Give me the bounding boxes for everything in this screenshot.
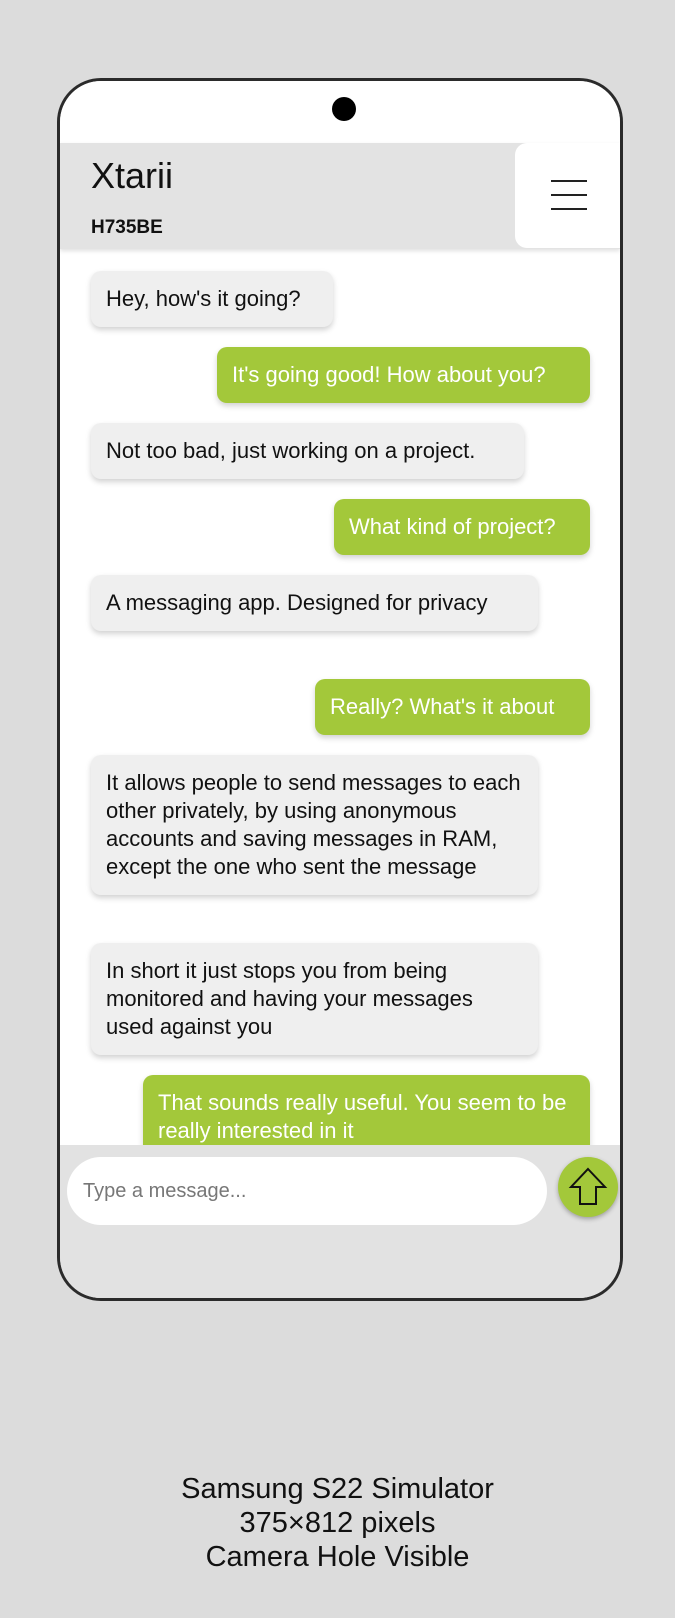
phone-frame: Xtarii H735BE Hey, how's it going? It's … bbox=[57, 78, 623, 1301]
camera-hole bbox=[332, 97, 356, 121]
caption-camera-note: Camera Hole Visible bbox=[205, 1541, 470, 1573]
up-arrow-icon bbox=[568, 1167, 608, 1205]
chat-header: Xtarii H735BE bbox=[60, 143, 620, 249]
caption-device-name: Samsung S22 Simulator bbox=[181, 1473, 494, 1505]
status-area bbox=[60, 81, 620, 143]
message-input[interactable] bbox=[67, 1157, 547, 1225]
caption-resolution: 375×812 pixels bbox=[239, 1507, 436, 1539]
user-code: H735BE bbox=[91, 217, 163, 238]
message-outgoing: That sounds really useful. You seem to b… bbox=[143, 1075, 590, 1145]
message-incoming: Not too bad, just working on a project. bbox=[91, 423, 524, 479]
message-list[interactable]: Hey, how's it going? It's going good! Ho… bbox=[60, 249, 620, 1145]
composer-bar bbox=[60, 1145, 620, 1298]
message-outgoing: It's going good! How about you? bbox=[217, 347, 590, 403]
menu-button[interactable] bbox=[515, 143, 620, 248]
message-incoming: A messaging app. Designed for privacy bbox=[91, 575, 538, 631]
device-caption: Samsung S22 Simulator 375×812 pixels Cam… bbox=[0, 1472, 675, 1574]
app-title: Xtarii bbox=[91, 155, 174, 196]
message-incoming: Hey, how's it going? bbox=[91, 271, 333, 327]
message-outgoing: What kind of project? bbox=[334, 499, 590, 555]
message-incoming: In short it just stops you from being mo… bbox=[91, 943, 538, 1055]
message-outgoing: Really? What's it about bbox=[315, 679, 590, 735]
send-button[interactable] bbox=[558, 1157, 618, 1217]
message-incoming: It allows people to send messages to eac… bbox=[91, 755, 538, 895]
